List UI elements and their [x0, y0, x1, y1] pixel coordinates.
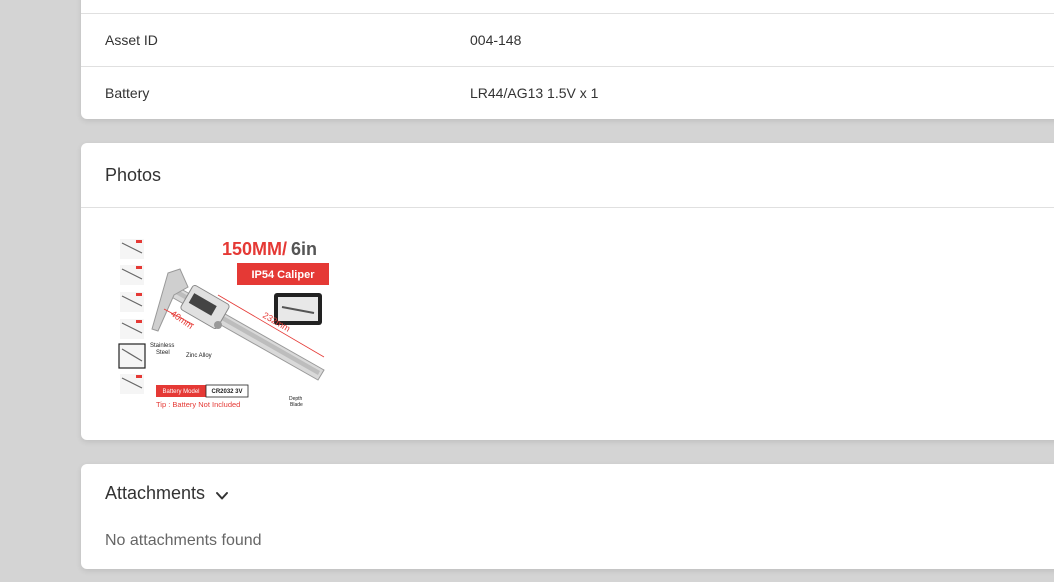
label-blade: Blade — [290, 402, 303, 408]
detail-value: LR44/AG13 1.5V x 1 — [470, 85, 599, 101]
details-card: Asset ID 004-148 Battery LR44/AG13 1.5V … — [81, 0, 1054, 119]
banner-text: IP54 Caliper — [252, 269, 316, 281]
headline-size: 150MM/ — [222, 239, 287, 259]
label-zinc: Zinc Alloy — [186, 353, 212, 359]
empty-state-text: No attachments found — [105, 532, 262, 549]
chevron-down-icon[interactable] — [215, 487, 229, 501]
battery-model-label: Battery Model — [162, 389, 199, 395]
attachments-toggle[interactable]: Attachments — [105, 483, 229, 504]
photo-thumbnail[interactable]: 150MM/ 6in IP54 Caliper 232mm 40mm Stain… — [114, 235, 334, 420]
caliper-product-image[interactable]: 150MM/ 6in IP54 Caliper 232mm 40mm Stain… — [114, 235, 334, 420]
label-steel: Steel — [156, 350, 170, 356]
battery-model-value: CR2032 3V — [211, 389, 242, 395]
label-stainless: Stainless — [150, 343, 174, 349]
photos-card: Photos 150MM/ 6in IP54 Caliper 232mm 40m… — [81, 143, 1054, 440]
attachments-title: Attachments — [105, 483, 206, 503]
detail-row-battery: Battery LR44/AG13 1.5V x 1 — [81, 66, 1054, 119]
detail-value: 004-148 — [470, 32, 522, 48]
attachments-card: Attachments No attachments found — [81, 464, 1054, 569]
detail-row-asset-id: Asset ID 004-148 — [81, 13, 1054, 67]
photos-title: Photos — [105, 165, 162, 185]
detail-label: Asset ID — [105, 32, 158, 48]
detail-label: Battery — [105, 85, 150, 101]
battery-tip: Tip : Battery Not Included — [156, 400, 240, 409]
thumbnail-strip — [118, 239, 146, 394]
divider — [81, 207, 1054, 208]
headline-inch: 6in — [291, 239, 317, 259]
